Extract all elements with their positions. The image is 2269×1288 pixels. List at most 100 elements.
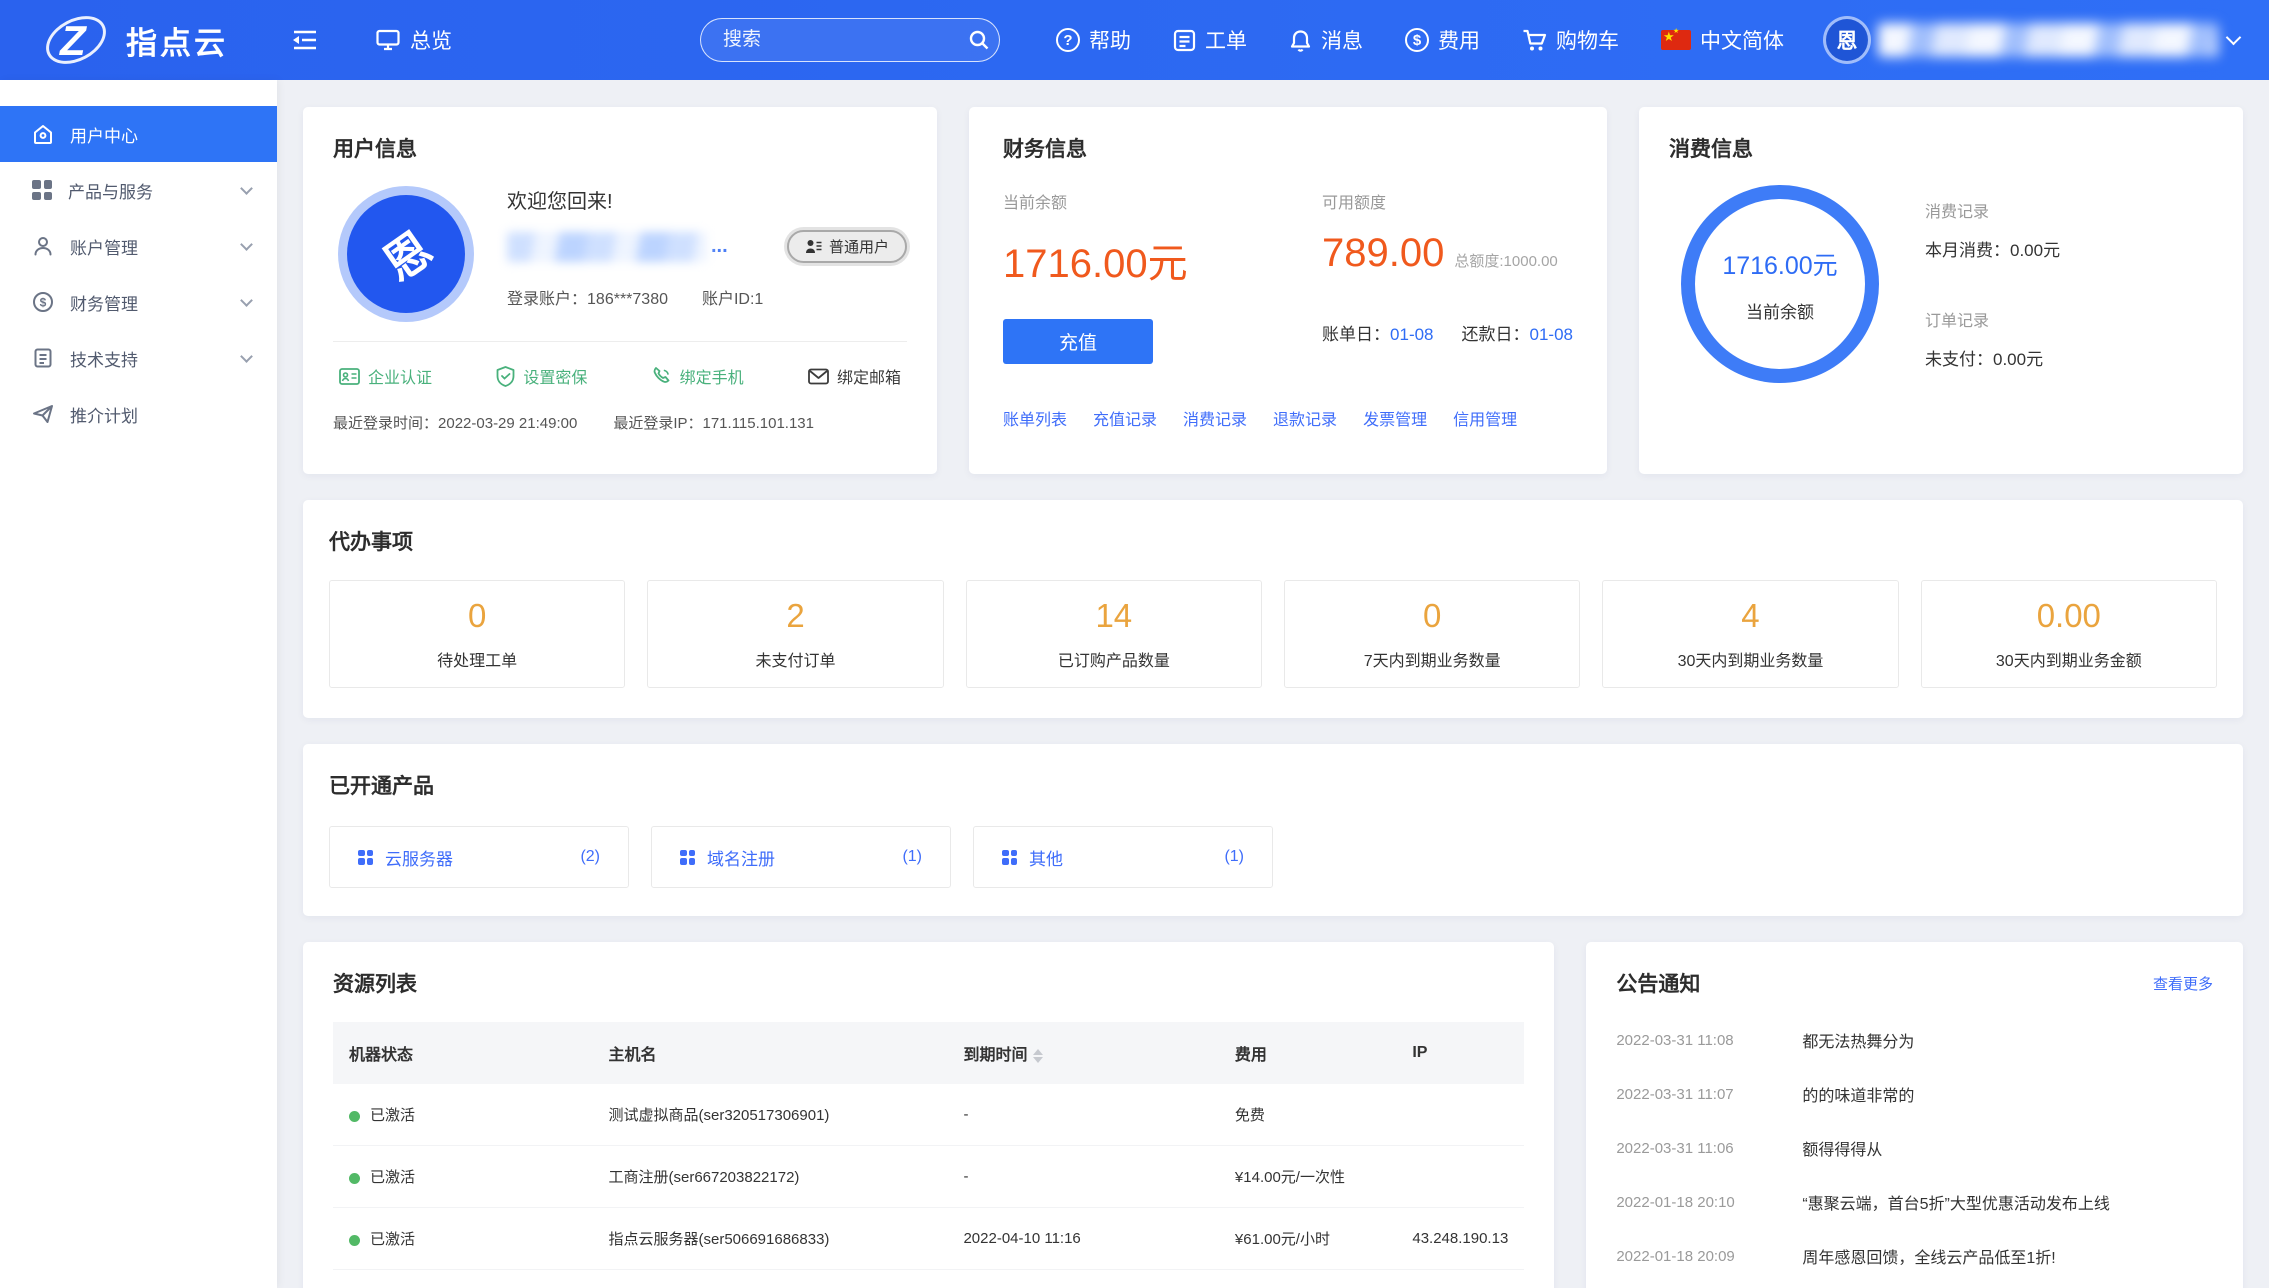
col-machine-status: 机器状态: [333, 1022, 592, 1084]
announcement-item[interactable]: 2022-03-31 11:08 都无法热舞分为: [1616, 1028, 2213, 1052]
header-fee[interactable]: $ 费用: [1405, 25, 1480, 55]
svg-text:$: $: [40, 296, 47, 310]
brand-name: 指点云: [126, 18, 228, 63]
user-icon: [32, 235, 54, 257]
announcement-card: 公告通知 查看更多 2022-03-31 11:08 都无法热舞分为 2022-…: [1586, 942, 2243, 1288]
sidebar-item-finance-management[interactable]: $ 财务管理: [0, 274, 277, 330]
bill-day: 账单日：01-08: [1322, 320, 1433, 345]
announcement-item[interactable]: 2022-03-31 11:07 的的味道非常的: [1616, 1082, 2213, 1106]
chevron-down-icon: [240, 182, 253, 195]
recharge-record-link[interactable]: 充值记录: [1093, 406, 1157, 430]
sidebar-item-user-center[interactable]: 用户中心: [0, 106, 277, 162]
todo-unpaid-orders[interactable]: 2 未支付订单: [647, 580, 943, 688]
last-login-time: 最近登录时间：2022-03-29 21:49:00: [333, 412, 577, 433]
product-other[interactable]: 其他 (1): [973, 826, 1273, 888]
invoice-management-link[interactable]: 发票管理: [1363, 406, 1427, 430]
todo-expiring-7days[interactable]: 0 7天内到期业务数量: [1284, 580, 1580, 688]
home-icon: [32, 123, 54, 145]
credit-management-link[interactable]: 信用管理: [1453, 406, 1517, 430]
user-avatar: 恩: [1826, 19, 1868, 61]
resource-list-card: 资源列表 机器状态 主机名 到期时间 费用 IP: [303, 942, 1554, 1288]
finance-info-card: 财务信息 当前余额 1716.00元 充值 可用额度 789.00总额度:100…: [969, 107, 1607, 474]
header-ticket[interactable]: 工单: [1173, 25, 1247, 55]
china-flag-icon: ★★: [1661, 30, 1691, 50]
refund-record-link[interactable]: 退款记录: [1273, 406, 1337, 430]
announcement-item[interactable]: 2022-03-31 11:06 额得得得从: [1616, 1136, 2213, 1160]
announcement-item[interactable]: 2022-01-18 20:09 周年感恩回馈，全线云产品低至1折!: [1616, 1244, 2213, 1268]
todo-expiring-30days[interactable]: 4 30天内到期业务数量: [1602, 580, 1898, 688]
header-message-label: 消息: [1321, 25, 1363, 55]
sidebar-item-referral-plan[interactable]: 推介计划: [0, 386, 277, 442]
login-account: 登录账户：186***7380: [507, 285, 668, 309]
todo-purchased-products[interactable]: 14 已订购产品数量: [966, 580, 1262, 688]
header-cart[interactable]: 购物车: [1522, 25, 1619, 55]
brand-logo[interactable]: Z 指点云: [42, 11, 228, 69]
col-ip: IP: [1396, 1022, 1524, 1084]
order-record-label: 订单记录: [1925, 307, 2060, 331]
table-row[interactable]: 已激活 指点云服务器(ser202179820381) 2023-03-24 1…: [333, 1270, 1524, 1288]
phone-icon: [652, 366, 672, 386]
user-type-badge: 普通用户: [787, 230, 907, 263]
sidebar-item-label: 技术支持: [70, 346, 226, 371]
envelope-icon: [808, 368, 829, 385]
sidebar-item-products-services[interactable]: 产品与服务: [0, 162, 277, 218]
header-help[interactable]: ? 帮助: [1056, 25, 1131, 55]
monitor-icon: [376, 29, 400, 51]
header-language[interactable]: ★★ 中文简体: [1661, 25, 1784, 55]
user-info-card: 用户信息 恩 欢迎您回来! ...: [303, 107, 937, 474]
header-user-menu[interactable]: 恩: [1826, 19, 2239, 61]
unpaid-line: 未支付：0.00元: [1925, 345, 2060, 370]
table-row[interactable]: 已激活 指点云服务器(ser506691686833) 2022-04-10 1…: [333, 1208, 1524, 1270]
search-icon[interactable]: [968, 29, 990, 51]
table-row[interactable]: 已激活 工商注册(ser667203822172) - ¥14.00元/一次性: [333, 1146, 1524, 1208]
sort-icon[interactable]: [1033, 1049, 1043, 1063]
consume-record-link[interactable]: 消费记录: [1183, 406, 1247, 430]
ring-balance-value: 1716.00元: [1722, 246, 1837, 282]
help-icon: ?: [1056, 28, 1080, 52]
announcement-item[interactable]: 2022-01-18 20:10 “惠聚云端，首台5折”大型优惠活动发布上线: [1616, 1190, 2213, 1214]
sidebar-collapse-icon[interactable]: [292, 29, 318, 51]
dollar-circle-icon: $: [32, 291, 54, 313]
grid-icon: [358, 850, 373, 865]
set-security-link[interactable]: 设置密保: [496, 364, 587, 388]
todo-expiring-30days-amount[interactable]: 0.00 30天内到期业务金额: [1921, 580, 2217, 688]
enterprise-auth-link[interactable]: 企业认证: [339, 364, 432, 388]
cart-icon: [1522, 29, 1547, 52]
redacted-username: [507, 232, 707, 262]
view-more-link[interactable]: 查看更多: [2153, 973, 2213, 994]
shield-check-icon: [496, 366, 515, 387]
name-ellipsis: ...: [711, 235, 728, 258]
last-login-ip: 最近登录IP：171.115.101.131: [613, 412, 814, 433]
document-icon: [32, 347, 54, 369]
todo-pending-tickets[interactable]: 0 待处理工单: [329, 580, 625, 688]
resource-list-title: 资源列表: [333, 968, 1524, 998]
repay-day: 还款日：01-08: [1462, 320, 1573, 345]
sidebar-item-label: 推介计划: [70, 402, 251, 427]
nav-overview[interactable]: 总览: [376, 25, 452, 55]
header-fee-label: 费用: [1438, 25, 1480, 55]
dollar-icon: $: [1405, 28, 1429, 52]
sidebar-item-tech-support[interactable]: 技术支持: [0, 330, 277, 386]
bell-icon: [1289, 29, 1312, 52]
recharge-button[interactable]: 充值: [1003, 319, 1153, 364]
sidebar-item-label: 账户管理: [70, 234, 226, 259]
bind-email-link[interactable]: 绑定邮箱: [808, 364, 901, 388]
header-help-label: 帮助: [1089, 25, 1131, 55]
col-hostname: 主机名: [592, 1022, 947, 1084]
bill-list-link[interactable]: 账单列表: [1003, 406, 1067, 430]
product-domain-registration[interactable]: 域名注册 (1): [651, 826, 951, 888]
sidebar-item-label: 用户中心: [70, 122, 251, 147]
table-row[interactable]: 已激活 测试虚拟商品(ser320517306901) - 免费: [333, 1084, 1524, 1146]
sidebar-item-account-management[interactable]: 账户管理: [0, 218, 277, 274]
search-input[interactable]: [723, 29, 968, 51]
ring-balance-label: 当前余额: [1746, 298, 1814, 323]
brand-logo-icon: Z: [42, 11, 112, 69]
grid-icon: [32, 180, 52, 200]
bind-phone-link[interactable]: 绑定手机: [652, 364, 744, 388]
product-cloud-server[interactable]: 云服务器 (2): [329, 826, 629, 888]
status-dot-active: [349, 1173, 360, 1184]
col-expire-time[interactable]: 到期时间: [947, 1022, 1218, 1084]
header-message[interactable]: 消息: [1289, 25, 1363, 55]
account-id: 账户ID:1: [702, 285, 763, 309]
consume-info-card: 消费信息 1716.00元 当前余额 消费记录 本月消费：0.00元 订单记录 …: [1639, 107, 2243, 474]
